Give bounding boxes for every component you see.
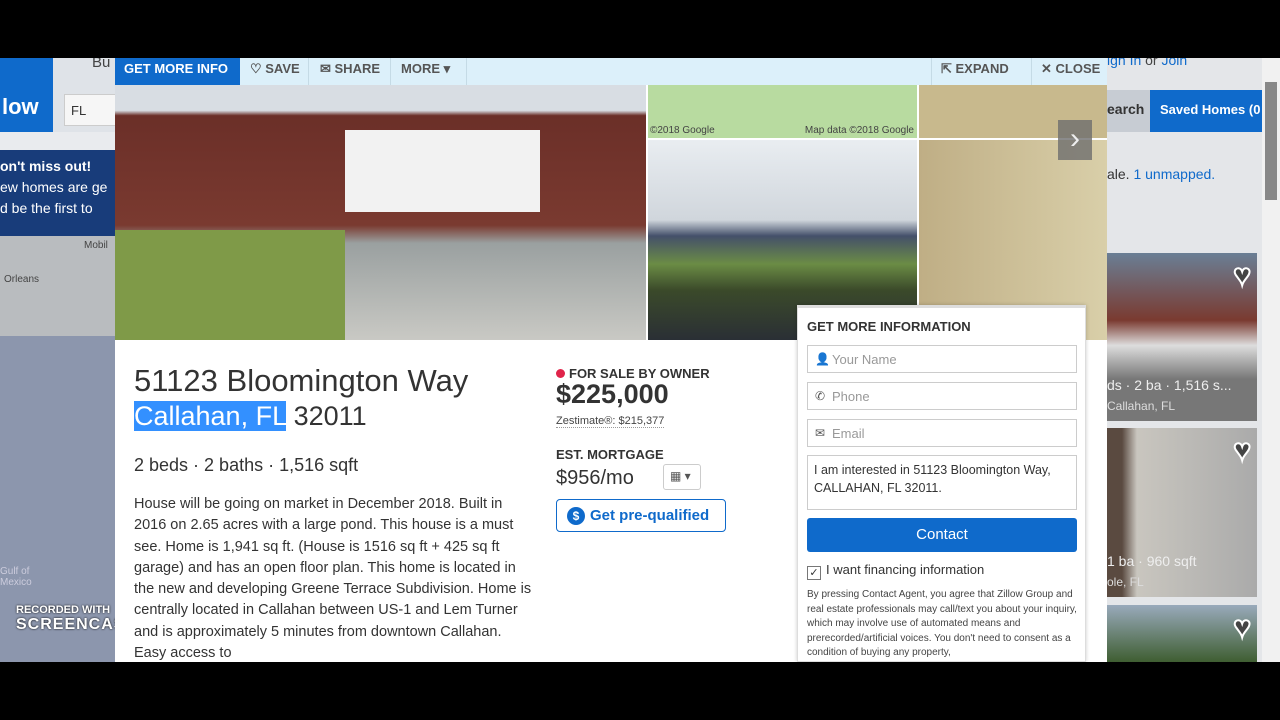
home-facts: 2 beds · 2 baths · 1,516 sqft bbox=[134, 455, 359, 475]
contact-form: GET MORE INFORMATION 👤 Your Name ✆ Phone ✉… bbox=[797, 305, 1086, 662]
map-attribution: ©2018 Google bbox=[650, 125, 715, 136]
card-facts: 1 ba · 960 sqft bbox=[1107, 553, 1197, 569]
join-link[interactable]: Join bbox=[1161, 58, 1187, 68]
tab-saved-homes[interactable]: Saved Homes (0 bbox=[1150, 90, 1262, 132]
map-land bbox=[0, 236, 115, 336]
or-text: or bbox=[1145, 58, 1158, 68]
status-dot-icon bbox=[556, 369, 565, 378]
price: $225,000 bbox=[556, 379, 669, 409]
more-button[interactable]: MORE ▾ bbox=[392, 58, 467, 85]
label: I want financing information bbox=[826, 562, 985, 577]
chevron-right-icon[interactable]: › bbox=[1058, 120, 1092, 160]
banner-line: on't miss out! bbox=[0, 158, 92, 174]
main-photo[interactable] bbox=[115, 85, 646, 340]
heart-icon[interactable]: ♥ bbox=[1232, 610, 1252, 645]
name-field[interactable]: 👤 Your Name bbox=[807, 345, 1077, 373]
map-label: Gulf of Mexico bbox=[0, 566, 32, 588]
results-text: ale. bbox=[1107, 166, 1130, 182]
contact-button[interactable]: Contact bbox=[807, 518, 1077, 552]
map-attribution: Map data ©2018 Google bbox=[804, 125, 914, 136]
banner-line: d be the first to bbox=[0, 200, 93, 216]
placeholder: Phone bbox=[832, 389, 870, 404]
tab-search[interactable]: earch bbox=[1107, 90, 1150, 132]
close-button[interactable]: ✕ CLOSE bbox=[1031, 58, 1107, 85]
phone-field[interactable]: ✆ Phone bbox=[807, 382, 1077, 410]
garage-door bbox=[345, 130, 540, 212]
label: MORE ▾ bbox=[401, 61, 451, 76]
lawn bbox=[115, 230, 345, 340]
card-facts: ds · 2 ba · 1,516 s... bbox=[1107, 377, 1232, 393]
label: Get pre-qualified bbox=[590, 507, 710, 524]
results-summary: ale. 1 unmapped. bbox=[1107, 166, 1215, 182]
user-icon: 👤 bbox=[815, 352, 830, 366]
label: ✕ CLOSE bbox=[1041, 61, 1101, 76]
card-location: Callahan, FL bbox=[1107, 399, 1176, 413]
city-state: Callahan, FL bbox=[134, 401, 287, 431]
listing-card[interactable]: ♥ bbox=[1107, 605, 1257, 662]
heart-icon[interactable]: ♥ bbox=[1232, 258, 1252, 293]
email-field[interactable]: ✉ Email bbox=[807, 419, 1077, 447]
nav-buy[interactable]: Bu bbox=[92, 58, 110, 71]
checkmark-icon[interactable]: ✓ bbox=[807, 566, 821, 580]
search-input[interactable]: FL bbox=[64, 94, 116, 126]
unmapped-link[interactable]: 1 unmapped. bbox=[1133, 166, 1215, 182]
alert-banner[interactable]: on't miss out! ew homes are ge d be the … bbox=[0, 150, 115, 236]
card-location: ole, FL bbox=[1107, 575, 1144, 589]
signin-link[interactable]: ign In or Join bbox=[1107, 58, 1187, 68]
calculator-icon[interactable]: ▦ ▾ bbox=[663, 464, 701, 490]
banner-line: ew homes are ge bbox=[0, 179, 108, 195]
listing-card[interactable]: ♥ ds · 2 ba · 1,516 s... Callahan, FL bbox=[1107, 253, 1257, 421]
map-label: Orleans bbox=[4, 274, 40, 285]
message-textarea[interactable]: I am interested in 51123 Bloomington Way… bbox=[807, 455, 1077, 510]
financing-checkbox[interactable]: ✓ I want financing information bbox=[807, 562, 984, 580]
map[interactable]: Mobil Orleans Gulf of Mexico bbox=[0, 236, 115, 662]
label: ✉ SHARE bbox=[320, 61, 381, 76]
expand-button[interactable]: ⇱ EXPAND bbox=[931, 58, 1029, 85]
phone-icon: ✆ bbox=[815, 389, 826, 403]
zillow-logo[interactable]: low bbox=[0, 58, 53, 132]
legal-text: By pressing Contact Agent, you agree tha… bbox=[807, 589, 1077, 658]
mortgage-value: $956/mo bbox=[556, 467, 634, 489]
placeholder: Your Name bbox=[832, 352, 897, 367]
zestimate[interactable]: Zestimate®: $215,377 bbox=[556, 415, 665, 428]
zip: 32011 bbox=[293, 401, 367, 431]
label: ⇱ EXPAND bbox=[941, 61, 1009, 76]
photo-gallery: ©2018 Google Map data ©2018 Google › bbox=[115, 85, 1107, 340]
label: ♡ SAVE bbox=[250, 61, 300, 76]
get-more-info-button[interactable]: GET MORE INFO bbox=[115, 58, 240, 85]
mortgage-label: EST. MORTGAGE bbox=[556, 447, 664, 462]
modal-toolbar: GET MORE INFO ♡ SAVE ✉ SHARE MORE ▾ ⇱ EX… bbox=[115, 58, 1107, 85]
map-thumbnail[interactable]: ©2018 Google Map data ©2018 Google bbox=[648, 85, 917, 138]
placeholder: Email bbox=[832, 426, 865, 441]
form-title: GET MORE INFORMATION bbox=[807, 319, 971, 334]
save-button[interactable]: ♡ SAVE bbox=[241, 58, 309, 85]
map-label: Mobil bbox=[84, 240, 108, 251]
signin[interactable]: ign In bbox=[1107, 58, 1141, 68]
label: GET MORE INFO bbox=[124, 61, 228, 76]
heart-icon[interactable]: ♥ bbox=[1232, 433, 1252, 468]
dollar-icon: $ bbox=[567, 507, 585, 525]
city-address: Callahan, FL 32011 bbox=[134, 401, 367, 432]
share-button[interactable]: ✉ SHARE bbox=[311, 58, 391, 85]
scrollbar-thumb[interactable] bbox=[1265, 82, 1277, 200]
get-prequalified-button[interactable]: $ Get pre-qualified bbox=[556, 499, 726, 532]
description: House will be going on market in Decembe… bbox=[134, 496, 532, 662]
listing-card[interactable]: ♥ 1 ba · 960 sqft ole, FL bbox=[1107, 428, 1257, 597]
street-address: 51123 Bloomington Way bbox=[134, 363, 469, 398]
envelope-icon: ✉ bbox=[815, 426, 826, 440]
